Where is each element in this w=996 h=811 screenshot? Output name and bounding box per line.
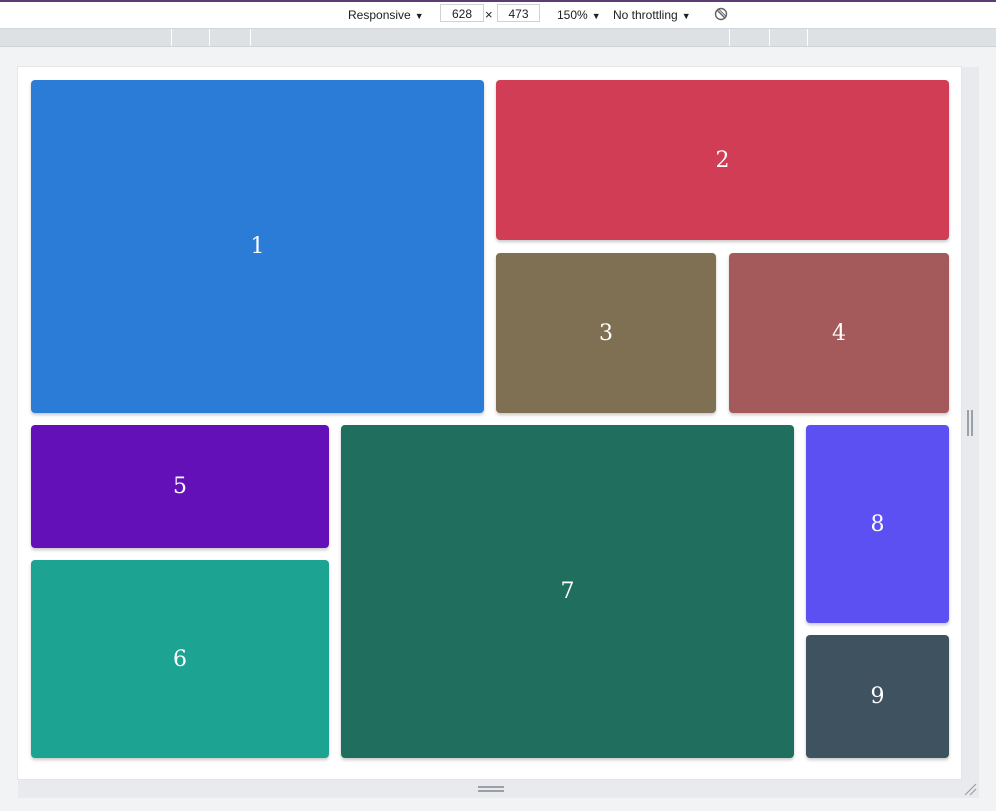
- tile-label: 3: [599, 320, 613, 346]
- throttling-dropdown[interactable]: No throttling ▼: [613, 6, 691, 24]
- height-input[interactable]: 473: [497, 4, 540, 22]
- grid-tile-5: 5: [31, 425, 329, 548]
- bottom-resize-handle[interactable]: [478, 786, 504, 792]
- tile-label: 5: [173, 474, 187, 499]
- right-resize-handle[interactable]: [967, 410, 973, 436]
- grid-tile-3: 3: [496, 253, 716, 413]
- tile-label: 1: [250, 234, 265, 259]
- tile-label: 8: [870, 511, 885, 537]
- grid-tile-2: 2: [496, 80, 949, 240]
- ruler-tick: [209, 29, 210, 46]
- chevron-down-icon: ▼: [591, 11, 601, 21]
- ruler-tick: [729, 29, 730, 46]
- zoom-dropdown[interactable]: 150% ▼: [557, 6, 601, 24]
- tile-label: 7: [560, 579, 575, 604]
- grid-tile-6: 6: [31, 560, 329, 758]
- dimension-separator: ×: [485, 7, 493, 22]
- ruler-tick: [807, 29, 808, 46]
- rotate-icon[interactable]: [713, 6, 729, 22]
- device-toolbar: Responsive ▼ 628 × 473 150% ▼ No throttlin…: [0, 2, 996, 29]
- grid-tile-9: 9: [806, 635, 949, 758]
- tile-label: 4: [832, 320, 846, 346]
- grid-tile-8: 8: [806, 425, 949, 623]
- media-query-ruler[interactable]: [0, 29, 996, 47]
- chevron-down-icon: ▼: [414, 11, 424, 21]
- ruler-tick: [250, 29, 251, 46]
- tile-label: 9: [870, 684, 885, 709]
- device-dropdown[interactable]: Responsive ▼: [348, 6, 424, 24]
- chevron-down-icon: ▼: [681, 11, 691, 21]
- ruler-tick: [171, 29, 172, 46]
- zoom-dropdown-label: 150%: [557, 8, 588, 22]
- corner-resize-icon[interactable]: [963, 782, 977, 796]
- tile-label: 2: [715, 147, 730, 173]
- grid-tile-7: 7: [341, 425, 794, 758]
- throttling-dropdown-label: No throttling: [613, 8, 678, 22]
- grid-tile-4: 4: [729, 253, 949, 413]
- tile-label: 6: [173, 646, 187, 672]
- device-dropdown-label: Responsive: [348, 8, 411, 22]
- grid-tile-1: 1: [31, 80, 484, 413]
- width-input[interactable]: 628: [440, 4, 484, 22]
- ruler-tick: [769, 29, 770, 46]
